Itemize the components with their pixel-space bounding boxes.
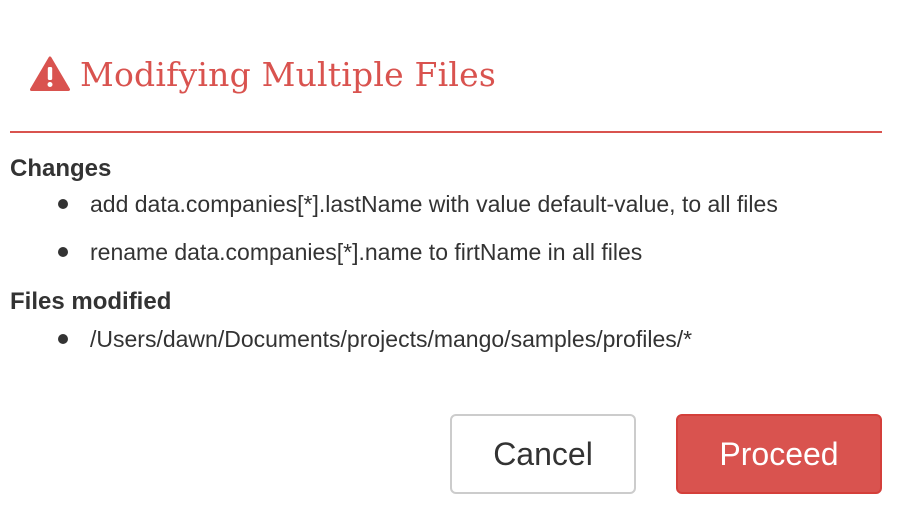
bullet-icon — [58, 334, 68, 344]
file-path: /Users/dawn/Documents/projects/mango/sam… — [90, 326, 693, 352]
modify-files-dialog: Modifying Multiple Files Changes add dat… — [0, 0, 900, 518]
bullet-icon — [58, 199, 68, 209]
dialog-title: Modifying Multiple Files — [80, 54, 496, 94]
cancel-button[interactable]: Cancel — [450, 414, 636, 494]
files-list: /Users/dawn/Documents/projects/mango/sam… — [10, 327, 890, 351]
warning-triangle-icon — [30, 56, 70, 92]
changes-list: add data.companies[*].lastName with valu… — [10, 192, 890, 264]
list-item: /Users/dawn/Documents/projects/mango/sam… — [10, 327, 890, 351]
changes-section: Changes add data.companies[*].lastName w… — [10, 154, 890, 288]
list-item: rename data.companies[*].name to firtNam… — [10, 240, 890, 264]
changes-heading: Changes — [10, 155, 112, 182]
dialog-header: Modifying Multiple Files — [30, 50, 496, 98]
proceed-button[interactable]: Proceed — [676, 414, 882, 494]
files-heading: Files modified — [10, 288, 172, 315]
bullet-icon — [58, 247, 68, 257]
change-text: add data.companies[*].lastName with valu… — [90, 191, 778, 217]
list-item: add data.companies[*].lastName with valu… — [10, 192, 890, 216]
header-divider — [10, 131, 882, 133]
change-text: rename data.companies[*].name to firtNam… — [90, 239, 643, 265]
files-section: Files modified /Users/dawn/Documents/pro… — [10, 287, 890, 351]
